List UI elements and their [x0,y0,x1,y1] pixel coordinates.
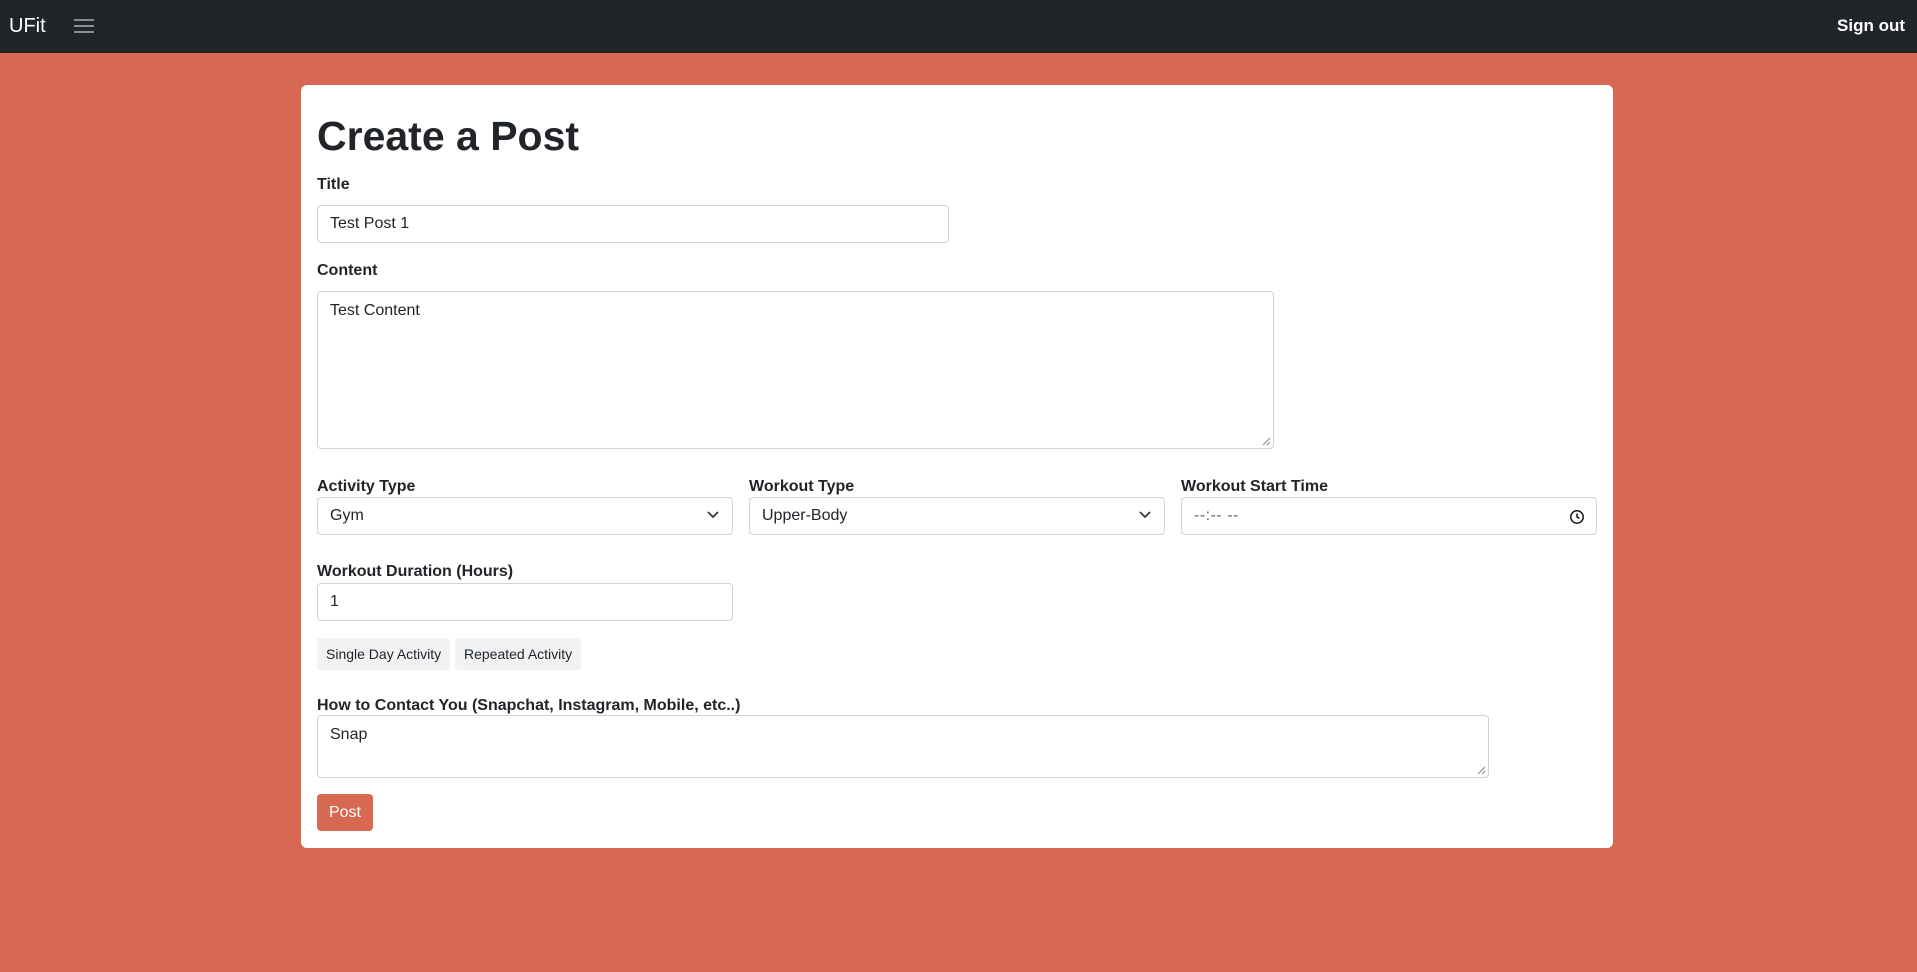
content-label: Content [317,262,378,279]
workout-start-time-label: Workout Start Time [1181,478,1328,495]
title-input[interactable]: Test Post 1 [317,205,949,243]
activity-type-selected: Gym [330,507,364,524]
contact-label: How to Contact You (Snapchat, Instagram,… [317,697,741,714]
workout-duration-value: 1 [330,593,339,610]
workout-duration-label: Workout Duration (Hours) [317,563,514,580]
workout-start-time-placeholder: --:-- -- [1194,507,1239,524]
workout-type-label: Workout Type [749,478,855,495]
brand-logo[interactable]: UFit [9,13,46,39]
workout-type-selected: Upper-Body [762,507,848,524]
activity-type-label: Activity Type [317,478,416,495]
sign-out-link[interactable]: Sign out [1837,15,1905,37]
clock-icon[interactable] [1569,509,1585,525]
repeated-activity-button[interactable]: Repeated Activity [455,638,582,670]
contact-textarea[interactable]: Snap [317,715,1489,778]
top-navbar: UFit Sign out [0,0,1917,53]
content-textarea[interactable]: Test Content [317,291,1274,449]
contact-textarea-value: Snap [330,726,368,743]
title-input-value: Test Post 1 [330,215,410,232]
workout-start-time-input[interactable]: --:-- -- [1181,497,1597,535]
chevron-down-icon [707,511,719,519]
title-label: Title [317,176,350,193]
workout-type-select[interactable]: Upper-Body [749,497,1165,535]
hamburger-menu-icon[interactable] [72,16,96,36]
page-title: Create a Post [317,113,580,159]
chevron-down-icon [1139,511,1151,519]
resize-handle-icon[interactable] [1477,766,1486,775]
resize-handle-icon[interactable] [1262,437,1271,446]
create-post-card: Create a Post Title Test Post 1 Content … [301,85,1613,848]
activity-type-select[interactable]: Gym [317,497,733,535]
workout-duration-input[interactable]: 1 [317,583,733,621]
single-day-activity-button[interactable]: Single Day Activity [317,638,451,670]
content-textarea-value: Test Content [330,302,420,319]
post-button[interactable]: Post [317,794,373,831]
